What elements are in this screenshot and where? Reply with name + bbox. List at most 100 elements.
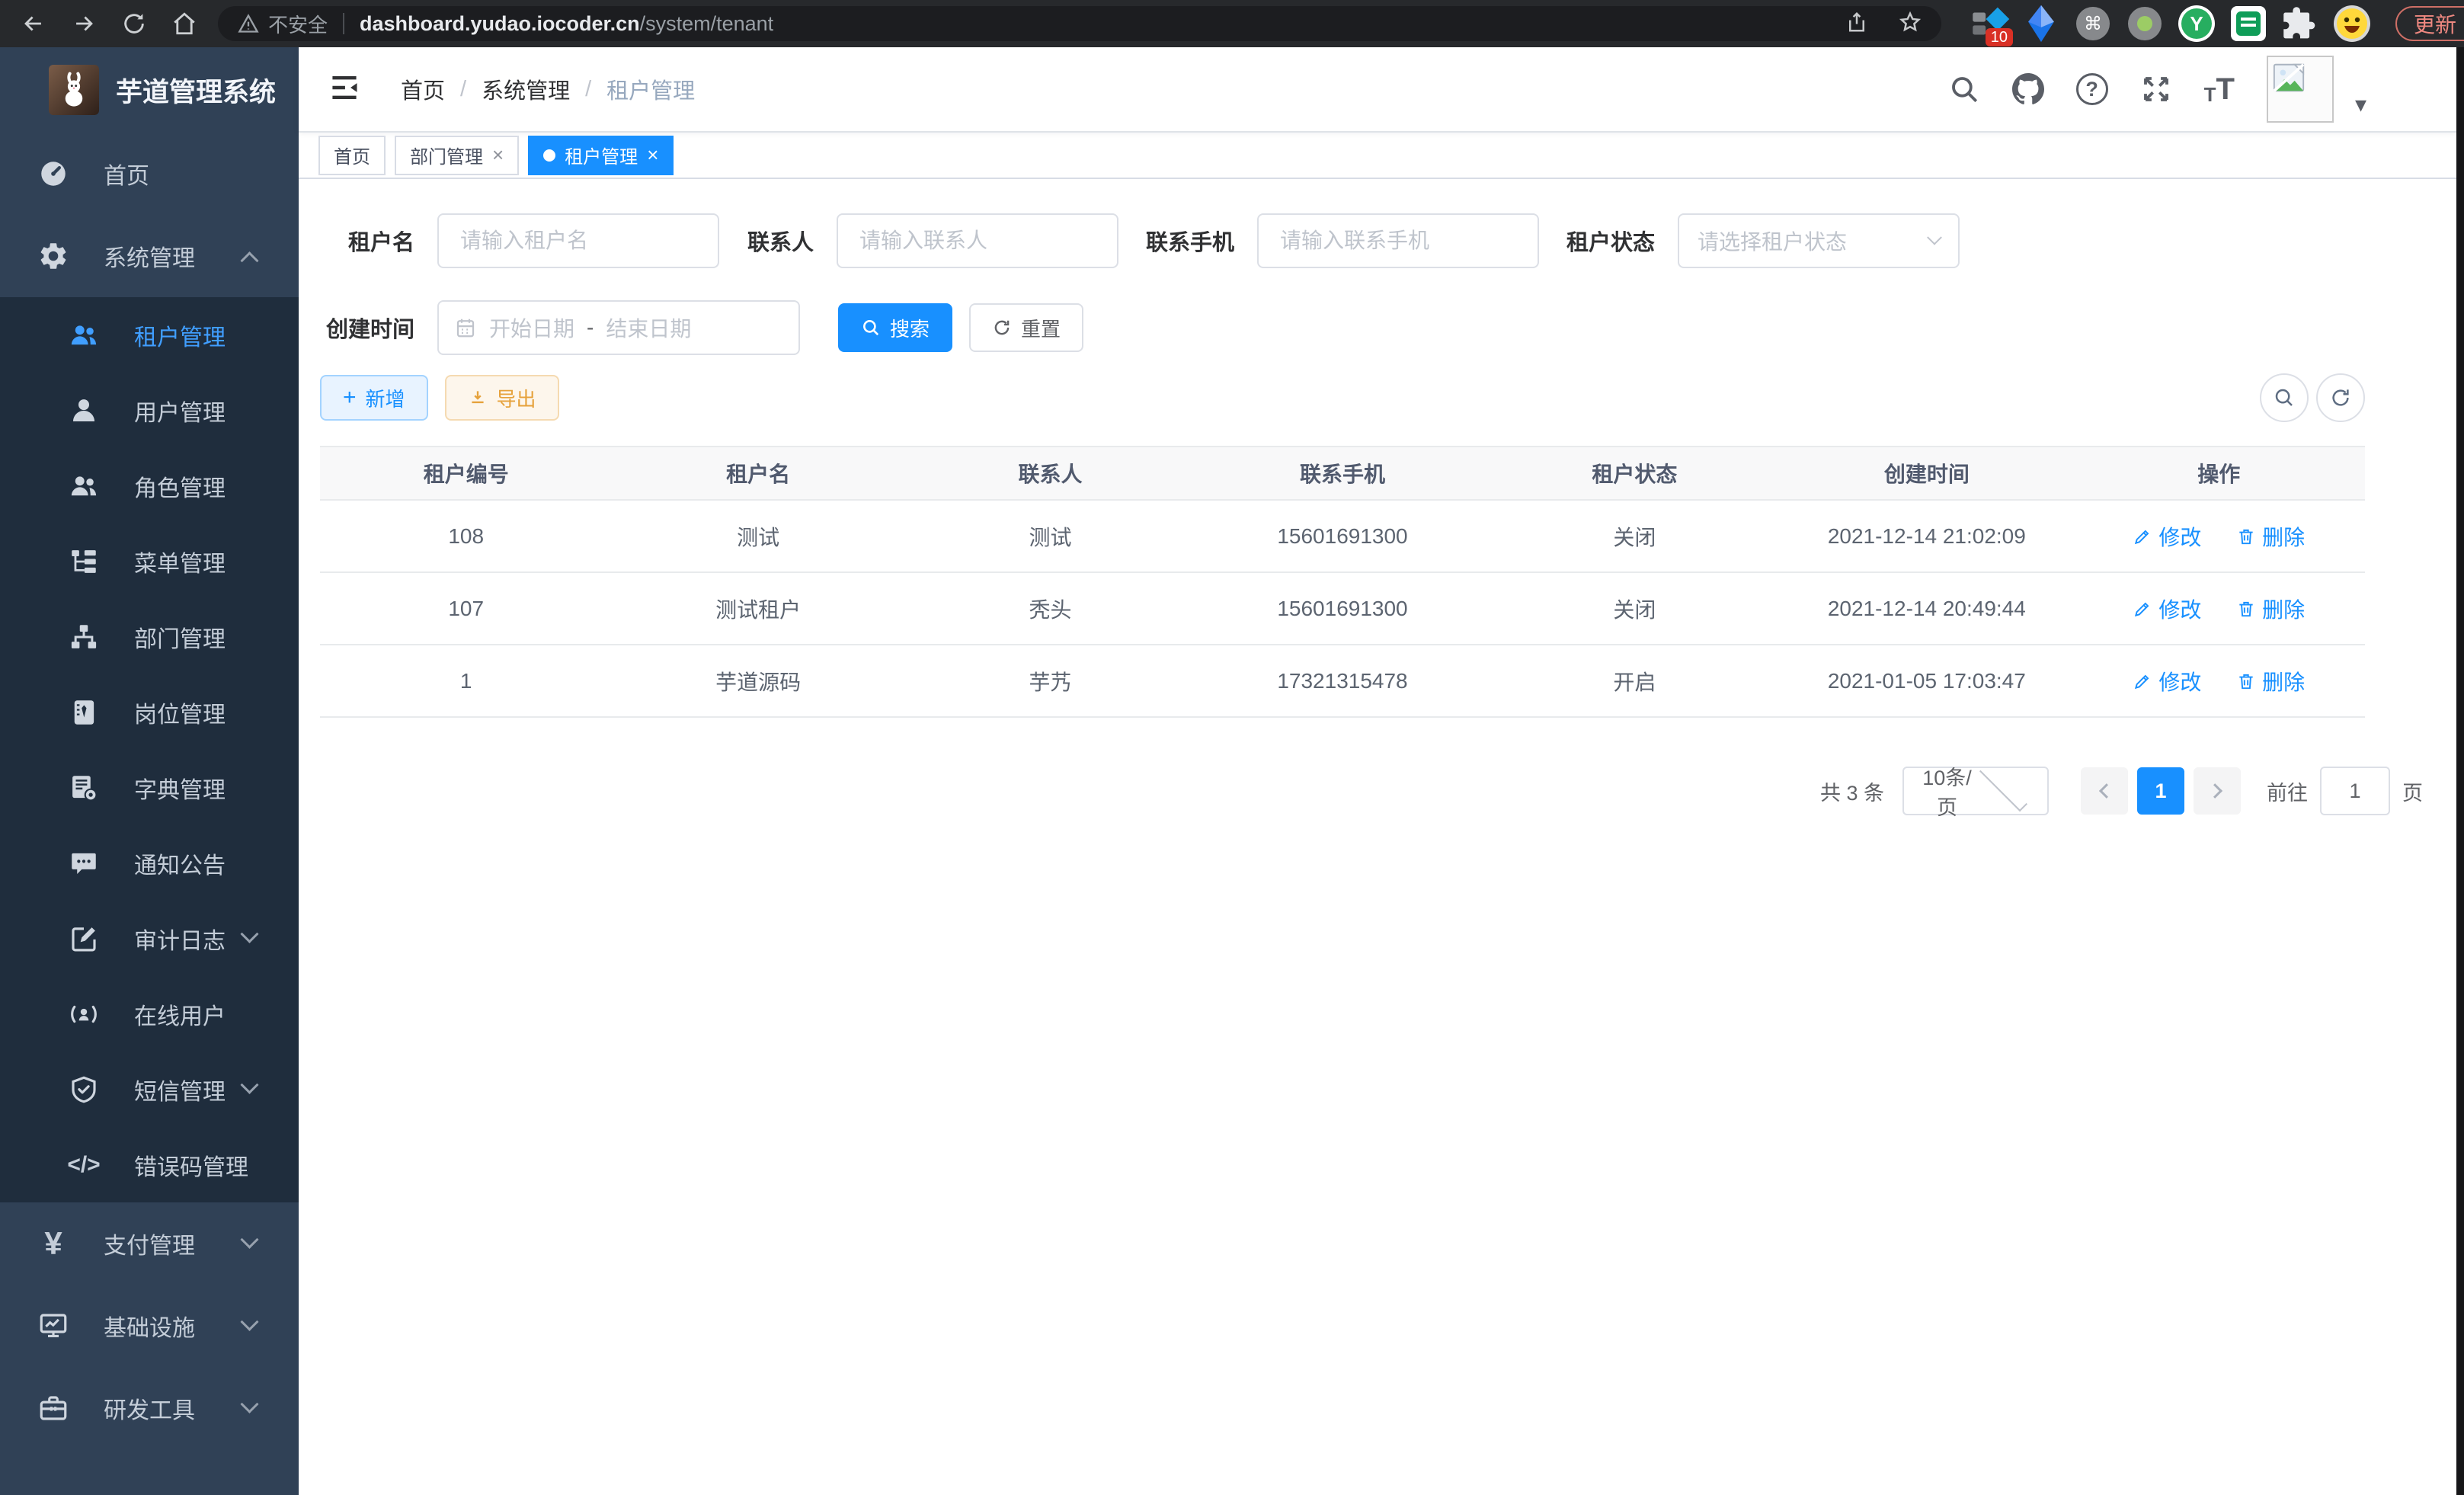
header-search-icon[interactable]	[1948, 73, 1980, 105]
add-button[interactable]: + 新增	[320, 375, 428, 421]
chevron-down-icon	[240, 1312, 258, 1330]
browser-back-icon[interactable]	[17, 7, 50, 40]
browser-home-icon[interactable]	[168, 7, 201, 40]
url-host[interactable]: dashboard.yudao.iocoder.cn	[360, 12, 640, 36]
filter-tenant-name: 租户名	[320, 213, 719, 268]
edit-button[interactable]: 修改	[2133, 594, 2201, 624]
extension-command-icon[interactable]: ⌘	[2071, 4, 2115, 43]
sidebar-item-departments[interactable]: 部门管理	[0, 599, 299, 674]
avatar[interactable]	[2267, 56, 2334, 123]
extension-green-dot-icon[interactable]	[2123, 4, 2167, 43]
status-select[interactable]: 请选择租户状态	[1678, 213, 1960, 268]
sidebar-item-error-codes[interactable]: </> 错误码管理	[0, 1127, 299, 1202]
col-mobile: 联系手机	[1196, 447, 1488, 500]
address-bar[interactable]: 不安全 dashboard.yudao.iocoder.cn /system/t…	[218, 6, 1941, 41]
browser-reload-icon[interactable]	[117, 7, 151, 40]
col-tenant-id: 租户编号	[320, 447, 612, 500]
col-status: 租户状态	[1489, 447, 1781, 500]
sidebar-item-dict[interactable]: 字典管理	[0, 750, 299, 825]
edit-button[interactable]: 修改	[2133, 666, 2201, 696]
error-code-icon: </>	[66, 1147, 102, 1183]
sidebar-item-users[interactable]: 用户管理	[0, 373, 299, 448]
tenant-name-input[interactable]	[437, 213, 719, 268]
sidebar-item-system[interactable]: 系统管理	[0, 215, 299, 297]
github-icon[interactable]	[2012, 73, 2044, 105]
menu-fold-icon[interactable]	[328, 71, 361, 108]
browser-forward-icon[interactable]	[67, 7, 101, 40]
tab-home[interactable]: 首页	[318, 136, 386, 175]
bookmark-star-icon[interactable]	[1899, 11, 1922, 37]
font-size-icon[interactable]: TT	[2204, 74, 2235, 104]
close-icon[interactable]: ×	[647, 143, 658, 167]
dict-book-icon	[66, 770, 102, 806]
goto-page-input[interactable]	[2320, 767, 2390, 815]
sidebar-item-posts[interactable]: 岗位管理	[0, 674, 299, 750]
extension-badge: 10	[1986, 28, 2013, 46]
delete-button[interactable]: 删除	[2236, 666, 2305, 696]
sidebar-item-sms[interactable]: 短信管理	[0, 1052, 299, 1127]
breadcrumb-system[interactable]: 系统管理	[482, 73, 570, 105]
sms-shield-icon	[66, 1071, 102, 1108]
create-time-label: 创建时间	[320, 312, 414, 344]
delete-button[interactable]: 删除	[2236, 521, 2305, 552]
prev-page-button[interactable]	[2081, 767, 2128, 815]
reset-button[interactable]: 重置	[969, 303, 1083, 352]
sidebar-item-dev-tools[interactable]: 研发工具	[0, 1367, 299, 1449]
plus-icon: +	[343, 385, 357, 411]
not-secure-label[interactable]: 不安全	[268, 10, 328, 38]
active-dot-icon	[543, 149, 555, 162]
url-path[interactable]: /system/tenant	[640, 12, 774, 36]
export-button[interactable]: 导出	[445, 375, 559, 421]
app-logo[interactable]: 芋道管理系统	[0, 47, 299, 133]
tab-tenant[interactable]: 租户管理 ×	[528, 136, 674, 175]
table-row: 1 芋道源码 芋艿 17321315478 开启 2021-01-05 17:0…	[320, 645, 2365, 717]
delete-button[interactable]: 删除	[2236, 594, 2305, 624]
help-icon[interactable]: ?	[2076, 73, 2108, 105]
chevron-down-icon	[1979, 764, 2027, 812]
sidebar-item-notice[interactable]: 通知公告	[0, 825, 299, 901]
extension-row: 10 ⌘ Y 更新 ⋮	[1967, 4, 2464, 43]
page-content: 租户名 联系人 联系手机 租户状态 请选择租户状态 创建时间	[299, 181, 2456, 1495]
not-secure-warning-icon	[238, 13, 259, 34]
sidebar-item-payment[interactable]: ¥ 支付管理	[0, 1202, 299, 1285]
mobile-input[interactable]	[1257, 213, 1539, 268]
share-icon[interactable]	[1845, 11, 1868, 37]
sidebar-item-roles[interactable]: 角色管理	[0, 448, 299, 523]
next-page-button[interactable]	[2194, 767, 2241, 815]
refresh-button[interactable]	[2316, 373, 2365, 422]
extensions-puzzle-icon[interactable]	[2278, 4, 2322, 43]
filter-contact: 联系人	[741, 213, 1118, 268]
sidebar-item-home[interactable]: 首页	[0, 133, 299, 215]
sidebar-item-infra[interactable]: 基础设施	[0, 1285, 299, 1367]
sidebar-item-tenant[interactable]: 租户管理	[0, 297, 299, 373]
sidebar-item-menus[interactable]: 菜单管理	[0, 523, 299, 599]
sidebar-item-audit-log[interactable]: 审计日志	[0, 901, 299, 976]
edit-button[interactable]: 修改	[2133, 521, 2201, 552]
extension-diamond-icon[interactable]: 10	[1967, 4, 2011, 43]
extension-chat-icon[interactable]	[2226, 4, 2270, 43]
update-label: 更新	[2414, 8, 2456, 39]
profile-avatar-icon[interactable]	[2330, 4, 2374, 43]
fullscreen-icon[interactable]	[2140, 73, 2172, 105]
org-chart-icon	[66, 619, 102, 655]
table-row: 108 测试 测试 15601691300 关闭 2021-12-14 21:0…	[320, 500, 2365, 572]
breadcrumb-home[interactable]: 首页	[401, 73, 445, 105]
goto-label: 前往	[2267, 776, 2308, 806]
search-button[interactable]: 搜索	[838, 303, 952, 352]
toggle-search-button[interactable]	[2260, 373, 2309, 422]
page-size-select[interactable]: 10条/页	[1902, 767, 2049, 815]
contact-input[interactable]	[837, 213, 1118, 268]
gear-icon	[35, 238, 72, 274]
download-icon	[468, 388, 488, 408]
extension-kite-icon[interactable]	[2019, 4, 2063, 43]
extension-y-icon[interactable]: Y	[2174, 4, 2219, 43]
close-icon[interactable]: ×	[492, 143, 504, 167]
avatar-caret-down-icon[interactable]: ▾	[2355, 91, 2366, 118]
page-number-active[interactable]: 1	[2137, 767, 2184, 815]
chrome-update-button[interactable]: 更新 ⋮	[2395, 6, 2464, 41]
sidebar-item-online-users[interactable]: 在线用户	[0, 976, 299, 1052]
app-title: 芋道管理系统	[116, 71, 276, 110]
date-range-picker[interactable]: 开始日期 - 结束日期	[437, 300, 800, 355]
tab-departments[interactable]: 部门管理 ×	[395, 136, 519, 175]
tags-view: 首页 部门管理 × 租户管理 ×	[299, 131, 2456, 179]
